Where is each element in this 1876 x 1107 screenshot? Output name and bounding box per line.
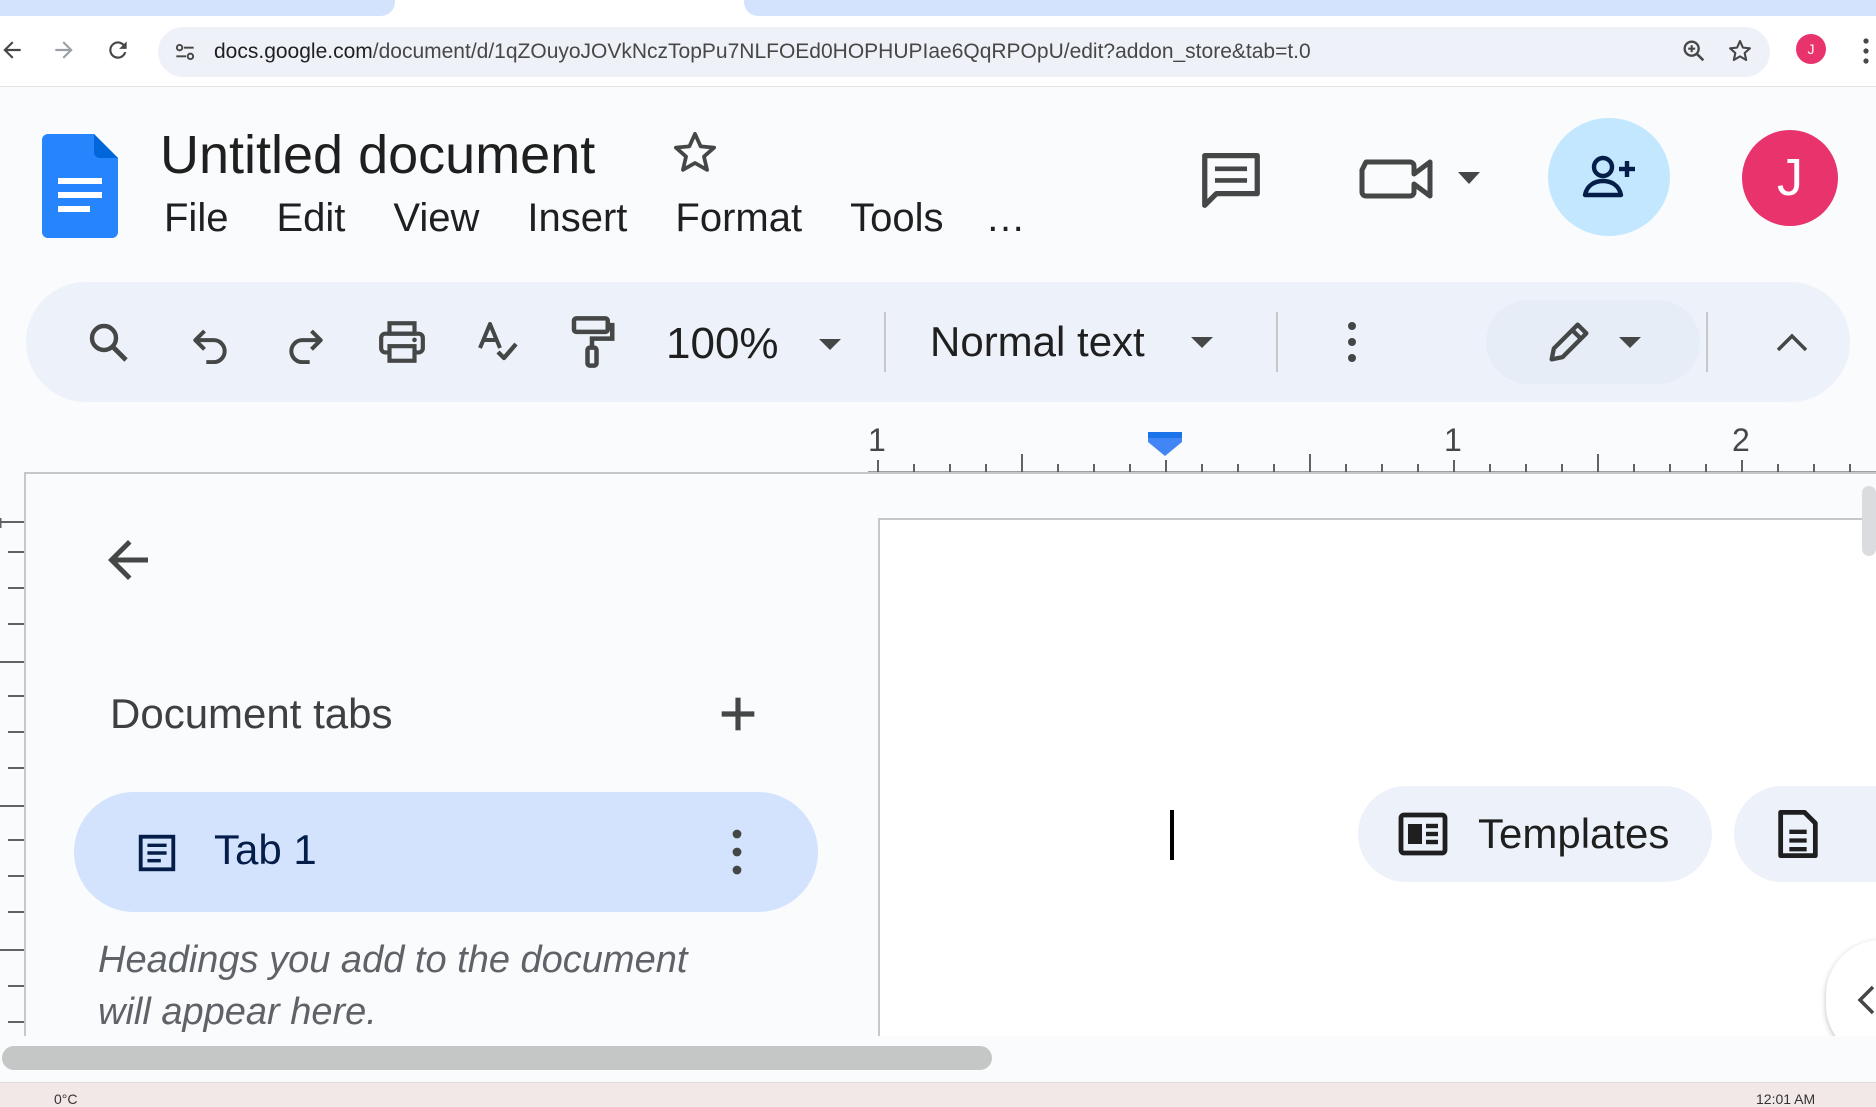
os-taskbar: 0°C 12:01 AM <box>0 1082 1876 1107</box>
menu-view[interactable]: View <box>393 196 479 241</box>
text-cursor <box>1170 810 1174 860</box>
video-camera-icon <box>1359 159 1433 199</box>
toolbar-divider <box>884 312 886 372</box>
zoom-icon[interactable] <box>1680 37 1708 65</box>
more-options-icon[interactable] <box>1332 312 1372 372</box>
reload-icon[interactable] <box>100 32 136 68</box>
templates-icon <box>1398 812 1448 856</box>
tab-item-tab-1[interactable]: Tab 1 <box>74 792 818 912</box>
vertical-ruler[interactable] <box>0 474 24 1034</box>
address-bar[interactable]: docs.google.com/document/d/1qZOuyoJOVkNc… <box>158 27 1770 77</box>
meet-button[interactable] <box>1358 148 1488 210</box>
document-title[interactable]: Untitled document <box>160 124 595 186</box>
horizontal-scrollbar[interactable] <box>2 1046 992 1070</box>
chevron-down-icon <box>1619 337 1641 348</box>
document-chip[interactable] <box>1734 786 1876 882</box>
star-icon[interactable] <box>670 128 720 178</box>
menu-edit[interactable]: Edit <box>276 196 345 241</box>
horizontal-ruler[interactable] <box>868 420 1876 474</box>
docs-logo-icon[interactable] <box>42 134 118 238</box>
account-avatar[interactable]: J <box>1742 130 1838 226</box>
browser-toolbar: docs.google.com/document/d/1qZOuyoJOVkNc… <box>0 18 1876 87</box>
share-button[interactable] <box>1548 118 1670 236</box>
toolbar-divider <box>1706 312 1708 372</box>
undo-icon[interactable] <box>182 312 238 372</box>
browser-tab[interactable] <box>744 0 1876 16</box>
paragraph-style-value: Normal text <box>930 318 1145 365</box>
document-icon <box>1774 808 1822 860</box>
chevron-down-icon <box>1190 337 1213 348</box>
ruler-label: 1 <box>868 422 886 458</box>
comments-icon[interactable] <box>1196 144 1266 214</box>
chevron-down-icon <box>818 339 841 350</box>
browser-tab-strip <box>0 0 1876 18</box>
templates-chip[interactable]: Templates <box>1358 786 1712 882</box>
document-icon <box>134 830 180 876</box>
forward-arrow-icon[interactable] <box>46 32 82 68</box>
menu-more[interactable]: … <box>986 196 1026 241</box>
url-host: docs.google.com <box>214 40 373 63</box>
pencil-icon <box>1549 322 1589 362</box>
toolbar-divider <box>1276 312 1278 372</box>
spellcheck-icon[interactable] <box>470 312 526 372</box>
editing-mode-button[interactable] <box>1486 300 1700 384</box>
back-arrow-icon[interactable] <box>0 32 30 68</box>
bookmark-star-icon[interactable] <box>1726 37 1754 65</box>
document-page[interactable] <box>878 518 1876 1040</box>
print-icon[interactable] <box>372 312 432 372</box>
zoom-select[interactable]: 100% <box>666 314 866 374</box>
ruler-label: 1 <box>1444 422 1462 458</box>
templates-label: Templates <box>1478 810 1670 857</box>
menu-tools[interactable]: Tools <box>850 196 943 241</box>
zoom-value: 100% <box>666 319 779 368</box>
redo-icon[interactable] <box>278 312 334 372</box>
outline-empty-hint: Headings you add to the document will ap… <box>98 939 688 1033</box>
taskbar-clock: 12:01 AM <box>1756 1091 1816 1107</box>
ruler-label: 2 <box>1732 422 1750 458</box>
paragraph-style-select[interactable]: Normal text <box>930 312 1250 372</box>
outline-panel-title: Document tabs <box>110 690 393 737</box>
paint-format-icon[interactable] <box>564 312 620 372</box>
url-text[interactable]: docs.google.com/document/d/1qZOuyoJOVkNc… <box>214 40 1311 64</box>
weather-temp: 0°C <box>54 1091 78 1107</box>
browser-menu-icon[interactable] <box>1856 34 1876 68</box>
browser-profile-avatar[interactable]: J <box>1796 34 1826 64</box>
first-line-indent-marker <box>1148 432 1182 438</box>
add-person-icon <box>1582 155 1635 198</box>
menu-file[interactable]: File <box>164 196 228 241</box>
menu-bar: File Edit View Insert Format Tools … <box>164 196 1026 241</box>
browser-tab[interactable] <box>0 0 395 16</box>
url-path: /document/d/1qZOuyoJOVkNczTopPu7NLFOEd0H… <box>372 40 1311 63</box>
menu-insert[interactable]: Insert <box>527 196 627 241</box>
formatting-toolbar: 100% Normal text <box>26 282 1850 402</box>
tab-label: Tab 1 <box>214 826 317 873</box>
search-menus-icon[interactable] <box>80 312 136 372</box>
menu-format[interactable]: Format <box>675 196 802 241</box>
chevron-down-icon <box>1458 172 1480 184</box>
back-arrow-icon[interactable] <box>96 530 160 590</box>
tab-options-icon[interactable] <box>722 826 752 878</box>
chevron-up-icon[interactable] <box>1762 312 1822 372</box>
vertical-scrollbar[interactable] <box>1862 486 1876 556</box>
site-settings-icon[interactable] <box>172 39 198 65</box>
chevron-left-icon <box>1857 985 1875 1015</box>
add-tab-icon[interactable] <box>710 686 766 742</box>
